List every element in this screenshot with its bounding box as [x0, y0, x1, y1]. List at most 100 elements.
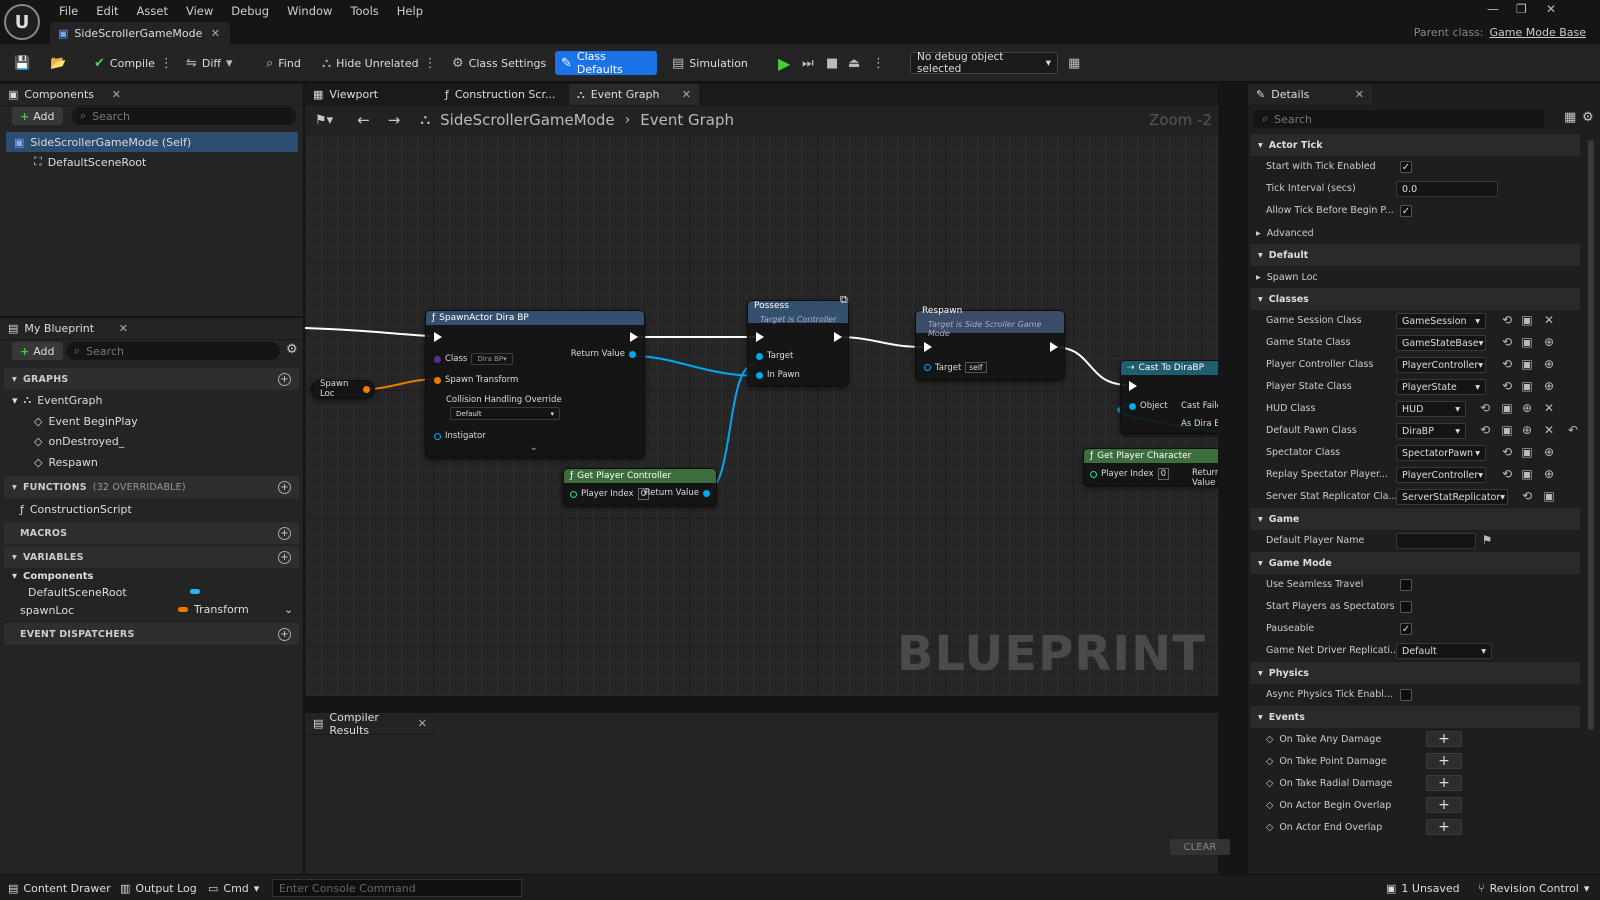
output-log-button[interactable]: ▥ Output Log — [120, 879, 197, 897]
stop-button[interactable]: ■ — [820, 51, 844, 75]
back-arrow-icon[interactable]: ← — [357, 111, 370, 129]
use-selected-icon[interactable]: ⟲ — [1498, 379, 1516, 393]
close-window-icon[interactable]: ✕ — [1546, 2, 1556, 18]
chevron-down-icon[interactable]: ⌄ — [284, 600, 293, 620]
clear-icon[interactable]: ✕ — [1540, 401, 1558, 415]
variables-section[interactable]: ▾ VARIABLES + — [4, 546, 299, 568]
chevron-down-icon[interactable]: ⌄ — [530, 443, 538, 453]
collision-select[interactable]: Default ▾ — [450, 407, 560, 420]
section-classes[interactable]: ▾ Classes — [1250, 288, 1580, 310]
player-index-pin[interactable]: Player Index 0 — [1090, 468, 1169, 480]
section-actor-tick[interactable]: ▾ Actor Tick — [1250, 134, 1580, 156]
menu-tools[interactable]: Tools — [341, 4, 387, 18]
class-select[interactable]: GameStateBase ▾ — [1396, 335, 1486, 351]
unreal-logo-icon[interactable]: U — [4, 4, 40, 40]
browse-icon[interactable]: ▣ — [1518, 445, 1536, 459]
net-driver-select[interactable]: Default ▾ — [1396, 643, 1492, 659]
my-blueprint-tab[interactable]: ▤ My Blueprint ✕ — [0, 318, 303, 340]
clear-icon[interactable]: ✕ — [1540, 423, 1558, 437]
exec-in-pin[interactable] — [924, 342, 932, 352]
close-icon[interactable]: ✕ — [1355, 88, 1364, 101]
player-index-value[interactable]: 0 — [1157, 468, 1169, 480]
add-icon[interactable]: ⊕ — [1540, 335, 1558, 349]
row-advanced[interactable]: ▸ Advanced — [1250, 222, 1580, 244]
menu-view[interactable]: View — [177, 4, 222, 18]
clear-icon[interactable]: ✕ — [1540, 313, 1558, 327]
target-pin[interactable]: Target self — [924, 362, 987, 373]
class-settings-button[interactable]: ⚙ Class Settings — [446, 51, 552, 75]
instigator-pin[interactable]: Instigator — [434, 431, 486, 441]
add-event-button[interactable]: + — [1426, 731, 1462, 747]
cast-to-dirabp-node[interactable]: ⇢Cast To DiraBP Object Cast Failed As Di… — [1120, 360, 1218, 434]
event-dispatchers-section[interactable]: EVENT DISPATCHERS + — [4, 623, 299, 645]
graph-canvas[interactable]: Spawn Loc ƒ SpawnActor Dira BP Class Dira … — [305, 134, 1218, 696]
browse-icon[interactable]: ▣ — [1518, 467, 1536, 481]
add-macro-icon[interactable]: + — [278, 526, 291, 540]
allow-tick-checkbox[interactable]: ✓ — [1400, 205, 1412, 217]
exec-out-pin[interactable] — [630, 332, 638, 342]
step-button[interactable]: ⏭ — [796, 51, 820, 75]
exec-in-pin[interactable] — [434, 332, 442, 342]
macros-section[interactable]: MACROS + — [4, 522, 299, 544]
variable-spawn-loc[interactable]: spawnLoc Transform ⌄ — [12, 600, 300, 620]
menu-debug[interactable]: Debug — [222, 4, 278, 18]
return-value-pin[interactable]: Return Value — [645, 488, 710, 498]
tab-viewport[interactable]: ▦ Viewport — [305, 84, 435, 106]
class-select[interactable]: PlayerController ▾ — [1396, 467, 1486, 483]
exec-out-pin[interactable] — [1050, 342, 1058, 352]
class-defaults-button[interactable]: ✎ Class Defaults — [555, 50, 657, 76]
get-player-character-node[interactable]: ƒ Get Player Character Player Index 0 Retu… — [1083, 448, 1218, 488]
struct-pin[interactable] — [363, 385, 370, 393]
section-events[interactable]: ▾ Events — [1250, 706, 1580, 728]
object-pin[interactable]: Object — [1129, 401, 1168, 411]
tab-construction-script[interactable]: ƒ Construction Scr... — [437, 84, 567, 106]
gear-icon[interactable]: ⚙ — [1582, 110, 1594, 125]
add-icon[interactable]: ⊕ — [1540, 357, 1558, 371]
in-pawn-pin[interactable]: In Pawn — [756, 370, 800, 380]
tick-interval-input[interactable]: 0.0 — [1396, 181, 1498, 197]
menu-help[interactable]: Help — [388, 4, 432, 18]
unsaved-button[interactable]: ▣ 1 Unsaved — [1386, 879, 1460, 897]
respawn-node[interactable]: Respawn Target is Side Scroller Game Mode… — [915, 306, 1065, 380]
browse-icon[interactable]: ▣ — [1518, 313, 1536, 327]
function-construction-script[interactable]: ƒ ConstructionScript — [12, 499, 132, 519]
content-drawer-button[interactable]: ▤ Content Drawer — [8, 879, 111, 897]
compiler-results-tab[interactable]: ▤ Compiler Results ✕ — [305, 711, 435, 737]
start-tick-checkbox[interactable]: ✓ — [1400, 161, 1412, 173]
add-event-button[interactable]: + — [1426, 819, 1462, 835]
components-search-input[interactable]: ⌕ Search — [72, 107, 296, 125]
row-spawn-loc[interactable]: ▸ Spawn Loc — [1250, 266, 1580, 288]
exec-in-pin[interactable] — [756, 332, 764, 342]
localization-flag-icon[interactable]: ⚑ — [1478, 533, 1496, 547]
section-game-mode[interactable]: ▾ Game Mode — [1250, 552, 1580, 574]
get-player-controller-node[interactable]: ƒ Get Player Controller Player Index 0 Ret… — [563, 468, 717, 506]
graph-event-graph[interactable]: ▾ ⛬ EventGraph — [4, 390, 103, 410]
target-pin[interactable]: Target — [756, 351, 793, 361]
add-icon[interactable]: ⊕ — [1518, 401, 1536, 415]
browse-icon[interactable]: ▣ — [1498, 423, 1516, 437]
as-dira-pin[interactable]: As Dira BP — [1181, 419, 1218, 429]
class-select[interactable]: PlayerController ▾ — [1396, 357, 1486, 373]
menu-file[interactable]: File — [50, 4, 87, 18]
add-graph-icon[interactable]: + — [278, 372, 291, 386]
play-button[interactable]: ▶ — [772, 51, 796, 75]
use-selected-icon[interactable]: ⟲ — [1518, 489, 1536, 503]
add-icon[interactable]: ⊕ — [1518, 423, 1536, 437]
menu-edit[interactable]: Edit — [87, 4, 127, 18]
add-component-button[interactable]: + Add — [12, 107, 63, 125]
browse-icon[interactable]: ▣ — [1518, 379, 1536, 393]
use-selected-icon[interactable]: ⟲ — [1498, 445, 1516, 459]
details-tab[interactable]: ✎ Details ✕ — [1248, 84, 1372, 106]
class-select[interactable]: GameSession ▾ — [1396, 313, 1486, 329]
parent-class-link[interactable]: Game Mode Base — [1490, 26, 1587, 39]
console-command-input[interactable]: Enter Console Command — [272, 879, 522, 897]
spawn-loc-node[interactable]: Spawn Loc — [311, 379, 375, 399]
use-selected-icon[interactable]: ⟲ — [1498, 313, 1516, 327]
add-variable-icon[interactable]: + — [278, 550, 291, 564]
add-icon[interactable]: ⊕ — [1540, 445, 1558, 459]
gear-icon[interactable]: ⚙ — [286, 342, 298, 357]
bookmark-icon[interactable]: ⚑▾ — [315, 113, 333, 128]
close-icon[interactable]: ✕ — [119, 322, 128, 335]
compile-button[interactable]: ✔ Compile ⋮ — [88, 51, 179, 75]
menu-asset[interactable]: Asset — [128, 4, 177, 18]
